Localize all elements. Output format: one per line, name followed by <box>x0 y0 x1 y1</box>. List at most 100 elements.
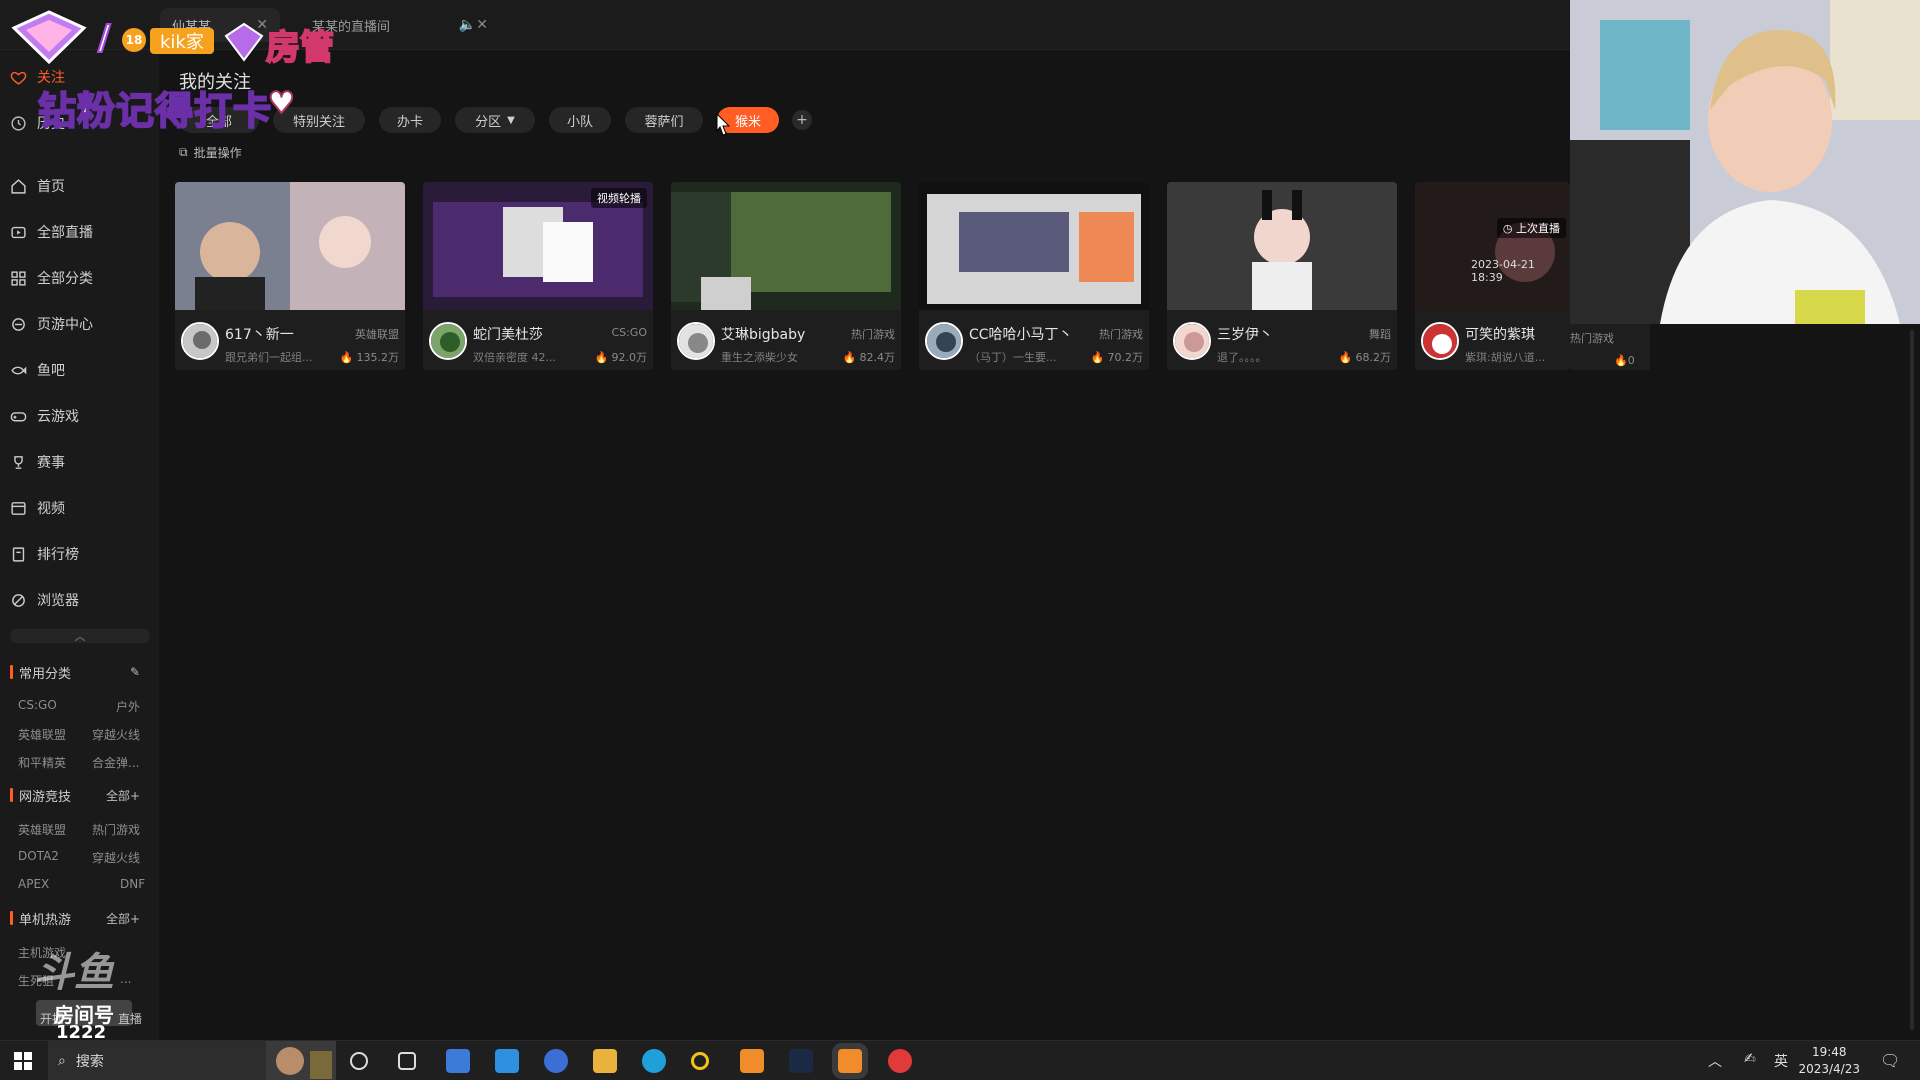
avatar[interactable] <box>677 322 715 360</box>
stream-desc: （马丁）一生要... <box>969 351 1057 364</box>
avatar[interactable] <box>429 322 467 360</box>
sidebar-item-label: 赛事 <box>37 455 65 471</box>
category-link[interactable]: DNF <box>120 877 145 891</box>
obs-icon[interactable] <box>789 1049 813 1073</box>
stream-thumbnail[interactable] <box>175 182 405 310</box>
category-link[interactable]: 英雄联盟 <box>18 821 66 838</box>
stream-thumbnail[interactable] <box>1167 182 1397 310</box>
section-title: 常用分类 <box>19 666 72 682</box>
avatar[interactable] <box>925 322 963 360</box>
stream-thumbnail[interactable] <box>919 182 1149 310</box>
fire-icon: 🔥 <box>339 350 354 364</box>
taskbar-search[interactable]: ⌕ 搜索 <box>48 1041 336 1080</box>
file-explorer-icon[interactable] <box>593 1049 617 1073</box>
category-link[interactable]: 热门游戏 <box>92 821 140 838</box>
sidebar-item-web-games[interactable]: 页游中心 <box>10 313 93 335</box>
sidebar-item-all-categories[interactable]: 全部分类 <box>10 267 93 289</box>
popularity: 🔥 68.2万 <box>1339 349 1391 365</box>
sidebar-item-label: 视频 <box>37 501 65 517</box>
sidebar-item-video[interactable]: 视频 <box>10 497 65 519</box>
stream-thumbnail[interactable] <box>671 182 901 310</box>
stream-card[interactable]: 三岁伊丶 舞蹈 退了。。。。 🔥 68.2万 <box>1167 182 1397 370</box>
section-common-categories: 常用分类 ✎ <box>10 662 140 682</box>
stream-thumbnail[interactable]: ◷ 上次直播 2023-04-21 18:39 <box>1415 182 1570 310</box>
vertical-scrollbar[interactable] <box>1910 330 1914 1030</box>
category-link[interactable]: 英雄联盟 <box>18 726 66 743</box>
douyu-live-icon[interactable] <box>838 1049 862 1073</box>
avatar[interactable] <box>1173 322 1211 360</box>
avatar[interactable] <box>181 322 219 360</box>
pen-icon[interactable]: ✍ <box>1744 1051 1756 1067</box>
edge-icon[interactable] <box>642 1049 666 1073</box>
streamer-name[interactable]: 三岁伊丶 <box>1217 324 1273 344</box>
gamepad-icon <box>10 411 27 421</box>
sidebar-item-ranking[interactable]: 排行榜 <box>10 543 79 565</box>
sidebar-item-home[interactable]: 首页 <box>10 175 65 197</box>
streamer-name[interactable]: 可笑的紫琪 <box>1465 324 1535 344</box>
windows-start-icon[interactable] <box>14 1052 32 1070</box>
fire-icon: 🔥 <box>594 350 609 364</box>
filter-squad[interactable]: 小队 <box>549 107 611 133</box>
mail-icon[interactable] <box>495 1049 519 1073</box>
stream-card[interactable]: 艾琳bigbaby 热门游戏 重生之添柴少女 🔥 82.4万 <box>671 182 901 370</box>
category-link[interactable]: APEX <box>18 877 49 891</box>
ime-indicator[interactable]: 英 <box>1774 1051 1788 1071</box>
sidebar-collapse-button[interactable]: ︿ <box>10 629 150 643</box>
stream-card[interactable]: 617丶新一 英雄联盟 跟兄弟们一起组... 🔥 135.2万 <box>175 182 405 370</box>
streamer-name[interactable]: 艾琳bigbaby <box>721 324 805 344</box>
browser-ring-icon[interactable] <box>691 1052 709 1070</box>
sidebar-item-browser[interactable]: 浏览器 <box>10 589 79 611</box>
sidebar-item-events[interactable]: 赛事 <box>10 451 65 473</box>
thumbnail-image <box>671 182 901 310</box>
plus-icon: + <box>796 112 808 128</box>
category-link[interactable]: DOTA2 <box>18 849 59 863</box>
mute-close-icon[interactable]: 🔈✕ <box>459 17 488 33</box>
cortana-icon[interactable] <box>350 1052 368 1070</box>
stream-card[interactable]: ◷ 上次直播 2023-04-21 18:39 可笑的紫琪 紫琪:胡说八道... <box>1415 182 1570 370</box>
sidebar: 关注 历史 首页 全部直播 全部分类 页游中心 鱼吧 云游戏 赛事 视频 排行榜… <box>0 50 159 1040</box>
kugou-icon[interactable] <box>544 1049 568 1073</box>
filter-label: 分区 <box>475 114 502 130</box>
all-link[interactable]: 全部+ <box>106 787 140 804</box>
sidebar-item-fish-bar[interactable]: 鱼吧 <box>10 359 65 381</box>
notification-icon[interactable]: 🗨 <box>1880 1051 1900 1070</box>
heart-icon <box>10 71 27 85</box>
clock-icon <box>11 115 26 131</box>
category-link[interactable]: 户外 <box>116 698 140 715</box>
avatar[interactable] <box>1421 322 1459 360</box>
sidebar-item-label: 排行榜 <box>37 547 79 563</box>
chevron-up-icon[interactable]: ︿ <box>1708 1051 1722 1071</box>
taskbar-clock[interactable]: 19:48 2023/4/23 <box>1798 1044 1860 1078</box>
stream-card[interactable]: CC哈哈小马丁丶 热门游戏 （马丁）一生要... 🔥 70.2万 <box>919 182 1149 370</box>
task-view-icon[interactable] <box>398 1052 416 1070</box>
category-link[interactable]: 合金弹... <box>92 754 139 771</box>
all-link[interactable]: 全部+ <box>106 910 140 927</box>
streamer-name[interactable]: 617丶新一 <box>225 324 294 344</box>
search-placeholder: 搜索 <box>75 1054 104 1070</box>
fan-badge-overlay: / 18 kik家 房管 <box>4 6 354 69</box>
popularity-value: 92.0万 <box>611 351 648 364</box>
category-link[interactable]: CS:GO <box>18 698 57 712</box>
netease-music-icon[interactable] <box>888 1049 912 1073</box>
store-icon[interactable] <box>446 1049 470 1073</box>
filter-card[interactable]: 办卡 <box>379 107 441 133</box>
stream-category: 热门游戏 <box>1570 332 1614 345</box>
sidebar-item-all-live[interactable]: 全部直播 <box>10 221 93 243</box>
edit-icon[interactable]: ✎ <box>130 665 140 679</box>
filter-zone[interactable]: 分区 ▼ <box>455 107 535 133</box>
search-icon: ⌕ <box>58 1053 66 1069</box>
sidebar-item-cloud-games[interactable]: 云游戏 <box>10 405 79 427</box>
sidebar-item-label: 首页 <box>37 179 65 195</box>
add-filter-button[interactable]: + <box>792 110 812 130</box>
batch-operation-button[interactable]: ⧉ 批量操作 <box>179 144 242 161</box>
douyu-app-icon[interactable] <box>740 1049 764 1073</box>
stream-card[interactable]: 视频轮播 蛇门美杜莎 CS:GO 双倍亲密度 42... 🔥 92.0万 <box>423 182 653 370</box>
category-link[interactable]: 穿越火线 <box>92 726 140 743</box>
category-link[interactable]: 和平精英 <box>18 754 66 771</box>
streamer-name[interactable]: CC哈哈小马丁丶 <box>969 324 1073 344</box>
category-link[interactable]: 穿越火线 <box>92 849 140 866</box>
streamer-name[interactable]: 蛇门美杜莎 <box>473 324 543 344</box>
filter-group[interactable]: 蓉萨们 <box>625 107 703 133</box>
stream-thumbnail[interactable]: 视频轮播 <box>423 182 653 310</box>
fire-icon: 🔥 <box>1614 354 1628 367</box>
